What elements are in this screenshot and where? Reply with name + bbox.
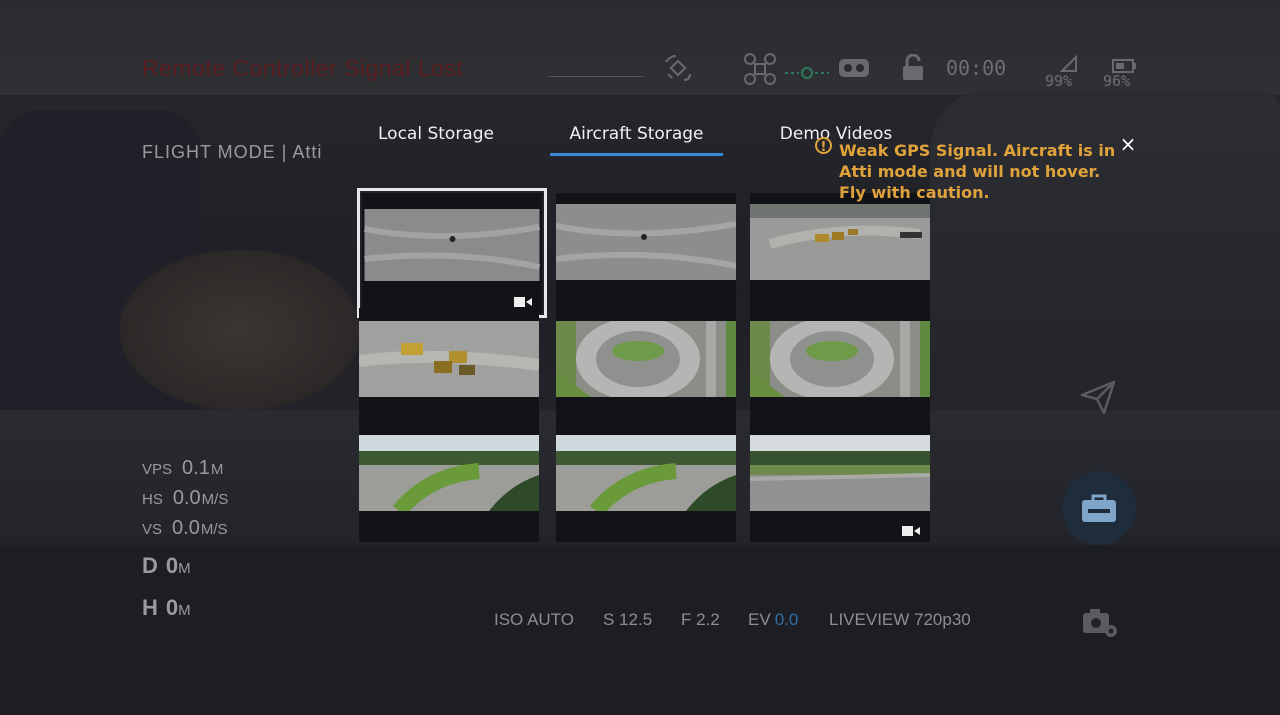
distance-unit: M [178,560,191,577]
gps-warning-text: Weak GPS Signal. Aircraft is in Atti mod… [839,141,1116,202]
vs-label: VS [142,521,163,538]
distance-label: D [142,553,158,578]
intelligent-flight-button[interactable] [1063,362,1133,432]
close-notification-button[interactable]: × [1118,134,1138,154]
media-thumbnail[interactable] [556,193,736,313]
flight-mode-label: FLIGHT MODE | Atti [142,142,323,162]
toolbox-button[interactable] [1062,471,1136,545]
thumbnail-image [363,209,541,281]
ev-value: 0.0 [774,610,799,629]
hs-value: 0.0 [172,487,201,509]
media-thumbnail[interactable] [359,422,539,542]
status-warning: Remote Controller Signal Lost [142,55,464,81]
paper-plane-icon [1080,380,1116,415]
height-label: H [142,595,158,620]
shutter-value: S 12.5 [603,610,653,629]
camera-settings-icon [1083,609,1117,637]
hs-label: HS [142,491,163,508]
thumbnail-image [556,204,736,280]
media-thumbnail[interactable] [750,308,930,428]
height-unit: M [178,602,191,619]
media-thumbnail[interactable] [750,422,930,542]
thumbnail-image [750,435,930,511]
ev-label: EV [748,610,771,629]
thumbnail-image [359,435,539,511]
liveview-value: LIVEVIEW 720p30 [829,610,971,629]
thumbnail-image [359,321,539,397]
ev-readout: EV 0.0 [748,610,798,630]
vs-value: 0.0 [172,517,200,539]
media-thumbnail[interactable] [556,422,736,542]
gps-satellite-icon [662,52,694,91]
distance-readout: D 0M [142,553,191,579]
rc-battery-value: 99% [1045,72,1073,90]
connection-link-icon [785,58,829,88]
vps-readout: VPS 0.1M [142,457,223,480]
thumbnail-image [750,204,930,280]
thumbnail-image [750,321,930,397]
height-readout: H 0M [142,595,191,621]
aircraft-icon [743,52,777,93]
video-camera-icon [902,526,920,536]
hs-readout: HS 0.0M/S [142,487,228,510]
media-thumbnail[interactable] [359,308,539,428]
iso-value: ISO AUTO [494,610,574,629]
thumbnail-image [556,321,736,397]
warning-icon: ! [815,137,832,155]
media-thumbnail[interactable] [556,308,736,428]
vps-value: 0.1 [182,457,210,479]
media-thumbnail[interactable] [357,188,547,318]
aperture-value: F 2.2 [681,610,720,629]
vps-label: VPS [142,461,173,478]
hs-unit: M/S [201,491,229,508]
camera-settings-button[interactable] [1065,587,1135,657]
video-camera-icon [514,297,532,307]
media-thumbnail[interactable] [750,193,930,313]
distance-value: 0 [165,553,179,578]
tab-aircraft-storage[interactable]: Aircraft Storage [550,115,723,156]
toolbox-icon [1082,494,1116,522]
thumbnail-image [556,435,736,511]
unlock-icon[interactable] [901,53,925,89]
flight-timer: 00:00 [946,56,1007,80]
tab-local-storage[interactable]: Local Storage [350,115,522,153]
vs-readout: VS 0.0M/S [142,517,228,540]
vs-unit: M/S [200,521,228,538]
height-value: 0 [165,595,179,620]
vr-goggles-icon[interactable] [838,56,870,87]
vps-unit: M [210,461,224,478]
aircraft-battery-value: 96% [1103,72,1131,90]
status-divider [548,76,644,77]
